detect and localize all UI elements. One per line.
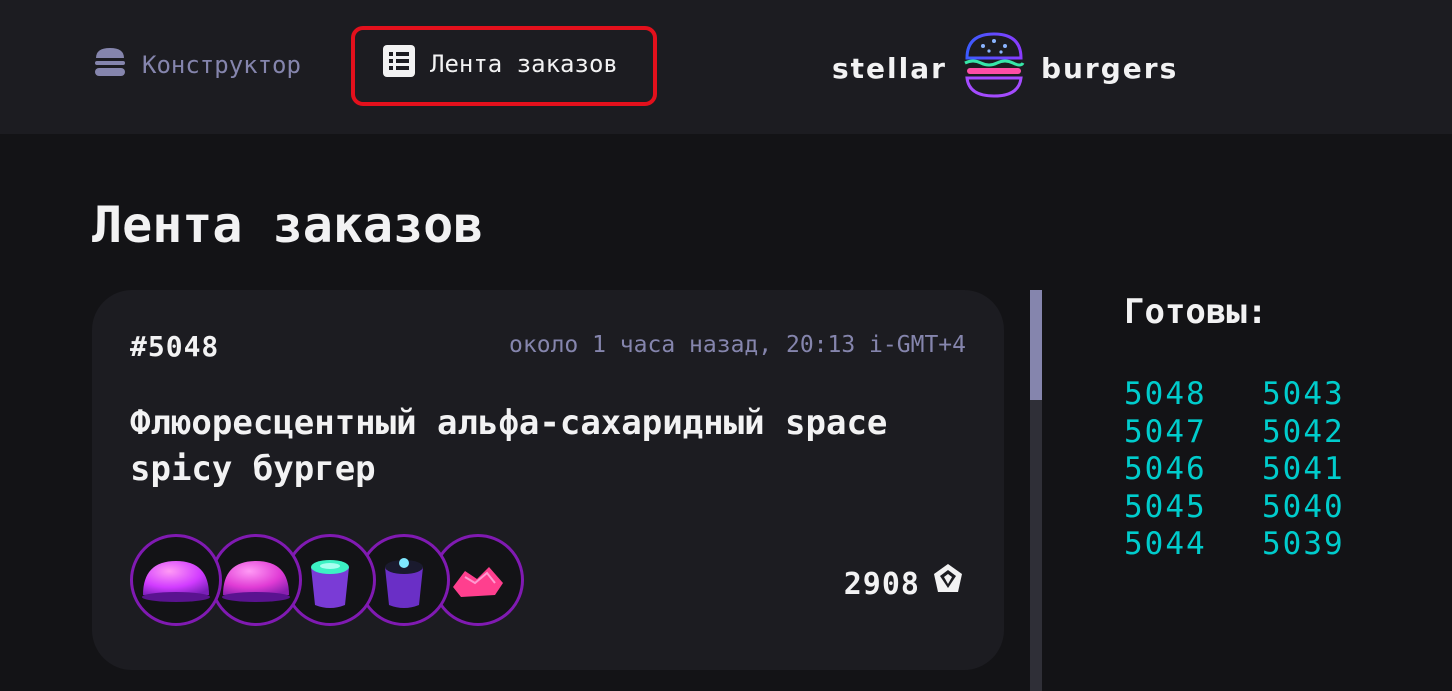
nav-constructor-label: Конструктор	[142, 51, 301, 79]
ingredient-bun-icon	[210, 534, 302, 626]
ready-order-number[interactable]: 5042	[1262, 414, 1345, 452]
nav-constructor[interactable]: Конструктор	[92, 44, 301, 86]
ingredient-bun-icon	[130, 534, 222, 626]
ready-order-number[interactable]: 5043	[1262, 376, 1345, 414]
burger-neon-icon	[961, 30, 1027, 107]
price-value: 2908	[843, 566, 920, 602]
ready-order-number[interactable]: 5044	[1124, 526, 1207, 564]
currency-icon	[930, 562, 966, 606]
nav-order-feed[interactable]: Лента заказов	[382, 44, 618, 84]
scrollbar-thumb[interactable]	[1030, 290, 1042, 400]
logo-text-left: stellar	[832, 52, 947, 85]
ready-order-number[interactable]: 5046	[1124, 451, 1207, 489]
ready-list-col-1: 5048 5047 5046 5045 5044	[1124, 376, 1207, 564]
logo[interactable]: stellar burgers	[832, 30, 1178, 107]
logo-text-right: burgers	[1040, 52, 1179, 85]
ready-order-number[interactable]: 5041	[1262, 451, 1345, 489]
ready-order-number[interactable]: 5045	[1124, 489, 1207, 527]
order-time: около 1 часа назад, 20:13 i-GMT+4	[509, 332, 966, 358]
nav-feed-label: Лента заказов	[430, 50, 618, 78]
page-title: Лента заказов	[92, 196, 484, 254]
order-card[interactable]: #5048 около 1 часа назад, 20:13 i-GMT+4 …	[92, 290, 1004, 670]
ready-title: Готовы:	[1124, 292, 1268, 332]
ready-order-number[interactable]: 5047	[1124, 414, 1207, 452]
ready-order-number[interactable]: 5040	[1262, 489, 1345, 527]
ready-order-number[interactable]: 5048	[1124, 376, 1207, 414]
order-name: Флюоресцентный альфа-сахаридный space sp…	[130, 403, 888, 489]
ingredient-list	[130, 534, 550, 634]
burger-icon	[92, 44, 128, 86]
ready-list-col-2: 5043 5042 5041 5040 5039	[1262, 376, 1345, 564]
list-icon	[382, 44, 416, 84]
order-number: #5048	[130, 330, 220, 363]
app-header: Конструктор Лента заказов stellar burger…	[0, 0, 1452, 134]
order-price: 2908	[844, 562, 966, 606]
ready-order-number[interactable]: 5039	[1262, 526, 1345, 564]
